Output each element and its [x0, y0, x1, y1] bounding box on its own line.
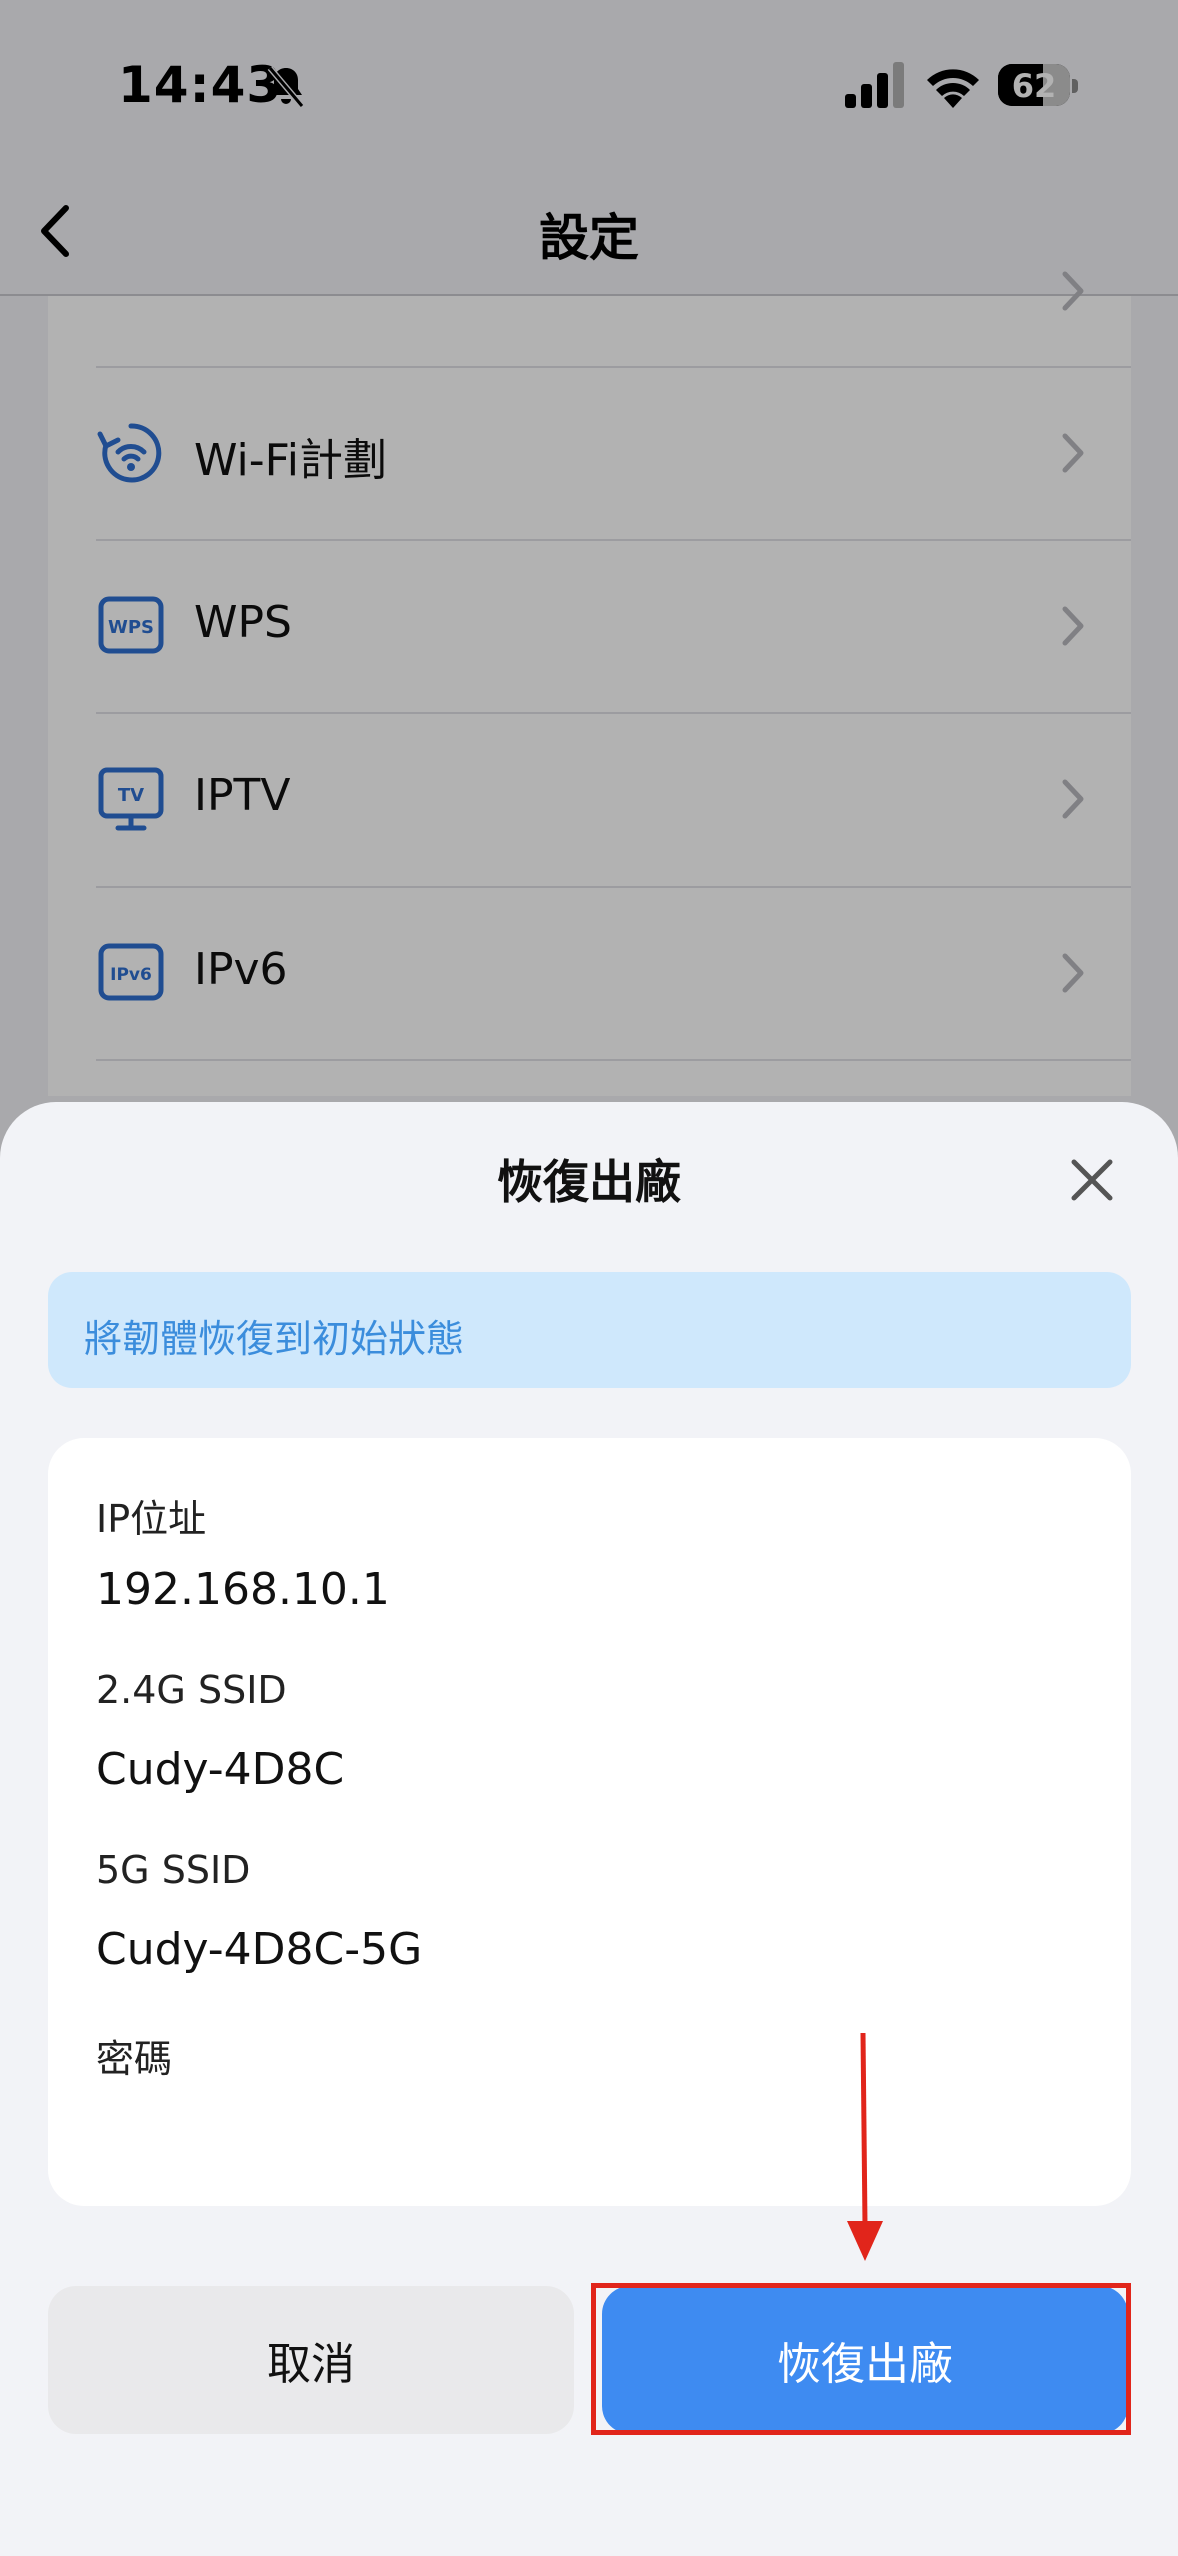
device-info-card: IP位址 192.168.10.1 2.4G SSID Cudy-4D8C 5G…	[48, 1438, 1131, 2206]
ssid-24g-label: 2.4G SSID	[96, 1668, 287, 1712]
info-banner: 將韌體恢復到初始狀態	[48, 1272, 1131, 1388]
ssid-5g-value: Cudy-4D8C-5G	[96, 1924, 423, 1975]
ssid-24g-value: Cudy-4D8C	[96, 1744, 345, 1795]
ip-address-value: 192.168.10.1	[96, 1564, 390, 1615]
sheet-title: 恢復出廠	[497, 1155, 681, 1209]
annotation-highlight-box	[591, 2283, 1131, 2435]
ssid-5g-label: 5G SSID	[96, 1848, 251, 1892]
close-icon[interactable]	[1064, 1152, 1120, 1208]
banner-text: 將韌體恢復到初始狀態	[84, 1317, 465, 1361]
annotation-arrow-icon	[847, 2033, 883, 2261]
cancel-button[interactable]: 取消	[48, 2286, 574, 2434]
settings-screen: 14:43 62 設定 Wi-Fi計劃 WPS WPS TV IPTV IPv6…	[0, 0, 1178, 2556]
ip-address-label: IP位址	[96, 1497, 207, 1541]
password-label: 密碼	[96, 2037, 173, 2081]
